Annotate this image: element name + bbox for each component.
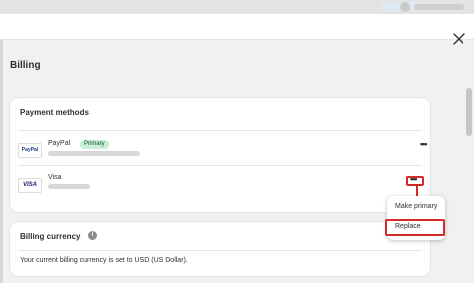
divider bbox=[18, 250, 422, 251]
info-icon[interactable]: i bbox=[88, 231, 97, 240]
highlight-box-more-options bbox=[406, 176, 424, 186]
highlight-box-replace bbox=[385, 219, 445, 236]
billing-currency-text: Your current billing currency is set to … bbox=[20, 257, 188, 264]
payment-methods-card: Payment methods PayPal PayPal Primary ••… bbox=[10, 98, 430, 212]
scrollbar-track[interactable] bbox=[463, 40, 474, 283]
payment-method-name: Visa bbox=[48, 174, 62, 181]
visa-logo: VISA bbox=[18, 178, 42, 193]
blurred-account-detail bbox=[48, 151, 140, 156]
blurred-user-name bbox=[414, 4, 464, 10]
payment-methods-title: Payment methods bbox=[20, 108, 89, 117]
blurred-card-detail bbox=[48, 184, 90, 189]
payment-method-row-paypal: PayPal PayPal Primary ••• bbox=[10, 131, 430, 165]
billing-currency-card: Billing currency i Your current billing … bbox=[10, 222, 430, 276]
scrollbar-thumb[interactable] bbox=[466, 88, 472, 136]
payment-method-row-visa: VISA Visa ••• bbox=[10, 166, 430, 200]
modal-header bbox=[0, 14, 474, 45]
page-title: Billing bbox=[10, 60, 41, 71]
menu-item-make-primary[interactable]: Make primary bbox=[395, 203, 437, 210]
primary-badge: Primary bbox=[80, 140, 109, 149]
payment-method-name: PayPal bbox=[48, 140, 71, 147]
paypal-logo: PayPal bbox=[18, 143, 42, 158]
billing-currency-title: Billing currency bbox=[20, 232, 81, 241]
more-options-button[interactable]: ••• bbox=[420, 140, 428, 149]
left-edge bbox=[0, 40, 3, 283]
blurred-button[interactable] bbox=[380, 2, 418, 11]
app-top-bar bbox=[0, 0, 474, 14]
avatar[interactable] bbox=[400, 2, 410, 12]
